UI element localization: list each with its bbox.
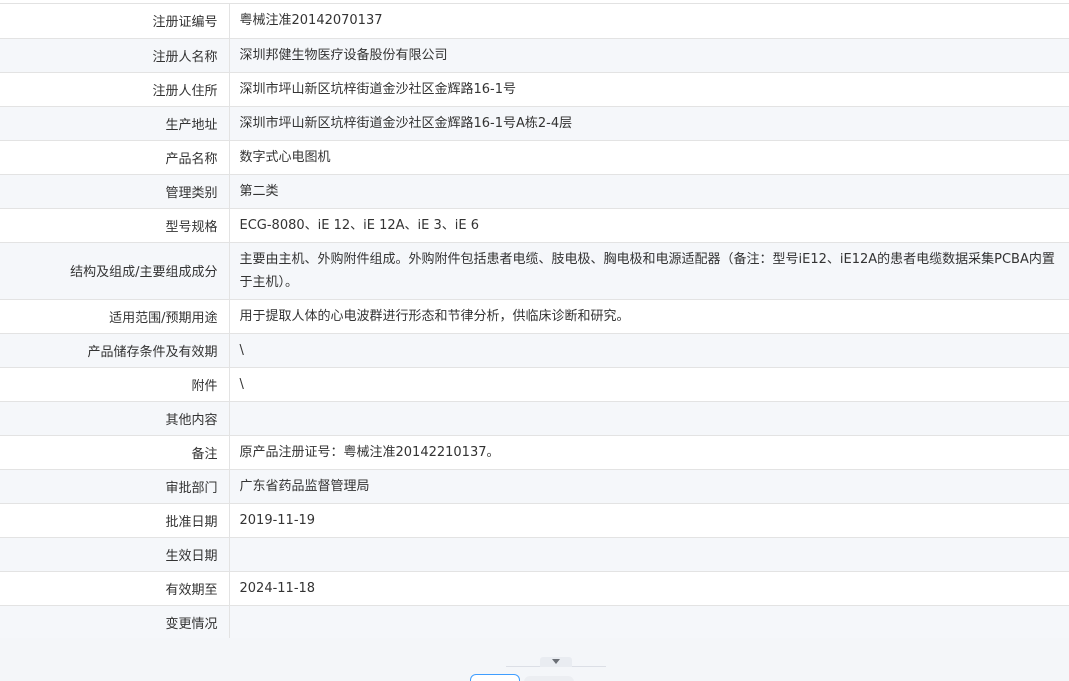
row-value bbox=[229, 401, 1069, 436]
table-row: 有效期至 2024-11-18 bbox=[0, 571, 1069, 606]
registration-detail-table: 注册证编号 粤械注准20142070137 注册人名称 深圳邦健生物医疗设备股份… bbox=[0, 4, 1069, 640]
row-value: 深圳邦健生物医疗设备股份有限公司 bbox=[229, 38, 1069, 73]
row-label: 管理类别 bbox=[0, 174, 230, 209]
row-label: 批准日期 bbox=[0, 503, 230, 538]
row-value: 用于提取人体的心电波群进行形态和节律分析，供临床诊断和研究。 bbox=[229, 299, 1069, 334]
table-row: 批准日期 2019-11-19 bbox=[0, 503, 1069, 538]
row-label: 审批部门 bbox=[0, 469, 230, 504]
row-value bbox=[229, 605, 1069, 640]
row-value: ECG-8080、iE 12、iE 12A、iE 3、iE 6 bbox=[229, 208, 1069, 243]
registration-detail-page: 注册证编号 粤械注准20142070137 注册人名称 深圳邦健生物医疗设备股份… bbox=[0, 0, 1069, 681]
row-label: 注册人名称 bbox=[0, 38, 230, 73]
row-label: 附件 bbox=[0, 367, 230, 402]
table-row: 生产地址 深圳市坪山新区坑梓街道金沙社区金辉路16-1号A栋2-4层 bbox=[0, 106, 1069, 141]
row-label: 产品储存条件及有效期 bbox=[0, 333, 230, 368]
row-value: 第二类 bbox=[229, 174, 1069, 209]
row-value bbox=[229, 537, 1069, 572]
row-label: 生效日期 bbox=[0, 537, 230, 572]
row-value: 数字式心电图机 bbox=[229, 140, 1069, 175]
table-row: 产品储存条件及有效期 \ bbox=[0, 333, 1069, 368]
table-row: 产品名称 数字式心电图机 bbox=[0, 140, 1069, 175]
row-label: 变更情况 bbox=[0, 605, 230, 640]
row-value: 广东省药品监督管理局 bbox=[229, 469, 1069, 504]
table-row: 结构及组成/主要组成成分 主要由主机、外购附件组成。外购附件包括患者电缆、肢电极… bbox=[0, 242, 1069, 300]
row-value: 主要由主机、外购附件组成。外购附件包括患者电缆、肢电极、胸电极和电源适配器（备注… bbox=[229, 242, 1069, 300]
row-label: 产品名称 bbox=[0, 140, 230, 175]
row-value: 深圳市坪山新区坑梓街道金沙社区金辉路16-1号A栋2-4层 bbox=[229, 106, 1069, 141]
row-label: 注册证编号 bbox=[0, 4, 230, 39]
table-row: 其他内容 bbox=[0, 401, 1069, 436]
row-label: 型号规格 bbox=[0, 208, 230, 243]
row-value: 2024-11-18 bbox=[229, 571, 1069, 606]
table-row: 生效日期 bbox=[0, 537, 1069, 572]
table-row: 注册证编号 粤械注准20142070137 bbox=[0, 4, 1069, 39]
table-row: 注册人名称 深圳邦健生物医疗设备股份有限公司 bbox=[0, 38, 1069, 73]
table-row: 注册人住所 深圳市坪山新区坑梓街道金沙社区金辉路16-1号 bbox=[0, 72, 1069, 107]
table-row: 备注 原产品注册证号：粤械注准20142210137。 bbox=[0, 435, 1069, 470]
row-value: \ bbox=[229, 367, 1069, 402]
row-label: 备注 bbox=[0, 435, 230, 470]
row-label: 适用范围/预期用途 bbox=[0, 299, 230, 334]
row-value: 粤械注准20142070137 bbox=[229, 4, 1069, 39]
table-row: 适用范围/预期用途 用于提取人体的心电波群进行形态和节律分析，供临床诊断和研究。 bbox=[0, 299, 1069, 334]
row-value: 深圳市坪山新区坑梓街道金沙社区金辉路16-1号 bbox=[229, 72, 1069, 107]
tab-active[interactable] bbox=[470, 674, 520, 681]
row-label: 其他内容 bbox=[0, 401, 230, 436]
row-label: 注册人住所 bbox=[0, 72, 230, 107]
row-label: 有效期至 bbox=[0, 571, 230, 606]
table-row: 型号规格 ECG-8080、iE 12、iE 12A、iE 3、iE 6 bbox=[0, 208, 1069, 243]
row-label: 结构及组成/主要组成成分 bbox=[0, 242, 230, 300]
row-value: 2019-11-19 bbox=[229, 503, 1069, 538]
table-row: 变更情况 bbox=[0, 605, 1069, 640]
table-row: 附件 \ bbox=[0, 367, 1069, 402]
row-value: 原产品注册证号：粤械注准20142210137。 bbox=[229, 435, 1069, 470]
table-row: 审批部门 广东省药品监督管理局 bbox=[0, 469, 1069, 504]
row-value: \ bbox=[229, 333, 1069, 368]
table-row: 管理类别 第二类 bbox=[0, 174, 1069, 209]
row-label: 生产地址 bbox=[0, 106, 230, 141]
tab-inactive[interactable] bbox=[524, 676, 574, 681]
caret-down-icon[interactable] bbox=[540, 657, 572, 667]
